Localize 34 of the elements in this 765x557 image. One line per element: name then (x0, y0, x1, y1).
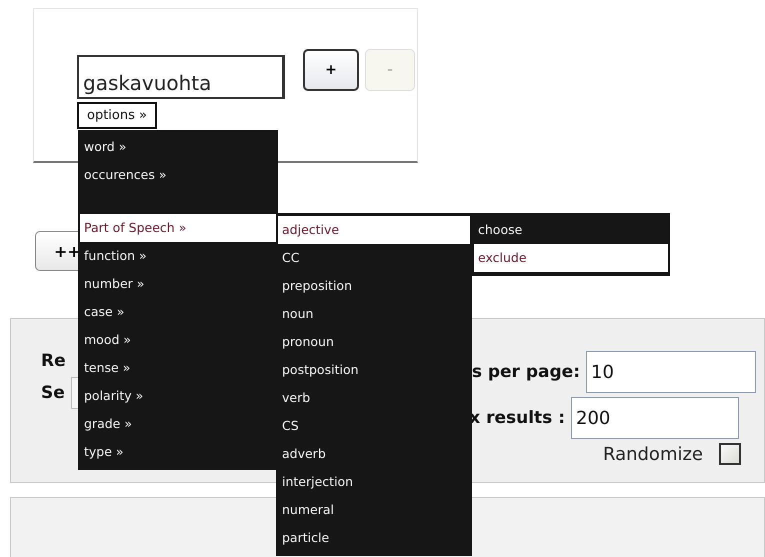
menu-item[interactable]: pronoun (278, 328, 470, 356)
menu-item[interactable]: verb (278, 384, 470, 412)
randomize-label: Randomize (602, 444, 703, 464)
hits-label: s per page: (472, 362, 580, 382)
regex-label: Re (41, 351, 66, 371)
menu-item[interactable]: interjection (278, 468, 470, 496)
menu-item[interactable]: polarity » (80, 382, 276, 410)
menu-item[interactable]: number » (80, 270, 276, 298)
menu-item[interactable]: Part of Speech » (80, 214, 276, 242)
randomize-checkbox[interactable] (719, 443, 741, 465)
menu-item[interactable]: choose (474, 216, 668, 244)
hits-field[interactable]: 10 (586, 351, 756, 393)
menu-item[interactable]: preposition (278, 272, 470, 300)
menu-item[interactable]: particle (278, 524, 470, 552)
add-button[interactable]: + (303, 49, 359, 91)
menu-item[interactable]: occurences » (80, 161, 276, 189)
menu-item[interactable]: CC (278, 244, 470, 272)
menu-item[interactable]: mood » (80, 326, 276, 354)
menu-item[interactable]: adverb (278, 440, 470, 468)
options-button[interactable]: options » (77, 102, 157, 129)
max-results-field[interactable]: 200 (571, 397, 739, 439)
word-field[interactable]: gaskavuohta (77, 55, 285, 99)
menu-item[interactable]: type » (80, 438, 276, 466)
menu-item[interactable]: noun (278, 300, 470, 328)
menu-item[interactable]: grade » (80, 410, 276, 438)
menu-item[interactable]: tense » (80, 354, 276, 382)
menu-item[interactable]: word » (80, 133, 276, 161)
menu-item[interactable]: numeral (278, 496, 470, 524)
menu-item[interactable]: CS (278, 412, 470, 440)
menu-item[interactable]: exclude (474, 244, 668, 272)
menu-item[interactable]: adjective (278, 216, 470, 244)
search-within-label: Se (41, 383, 65, 403)
menu-item[interactable]: postposition (278, 356, 470, 384)
menu-item[interactable]: case » (80, 298, 276, 326)
